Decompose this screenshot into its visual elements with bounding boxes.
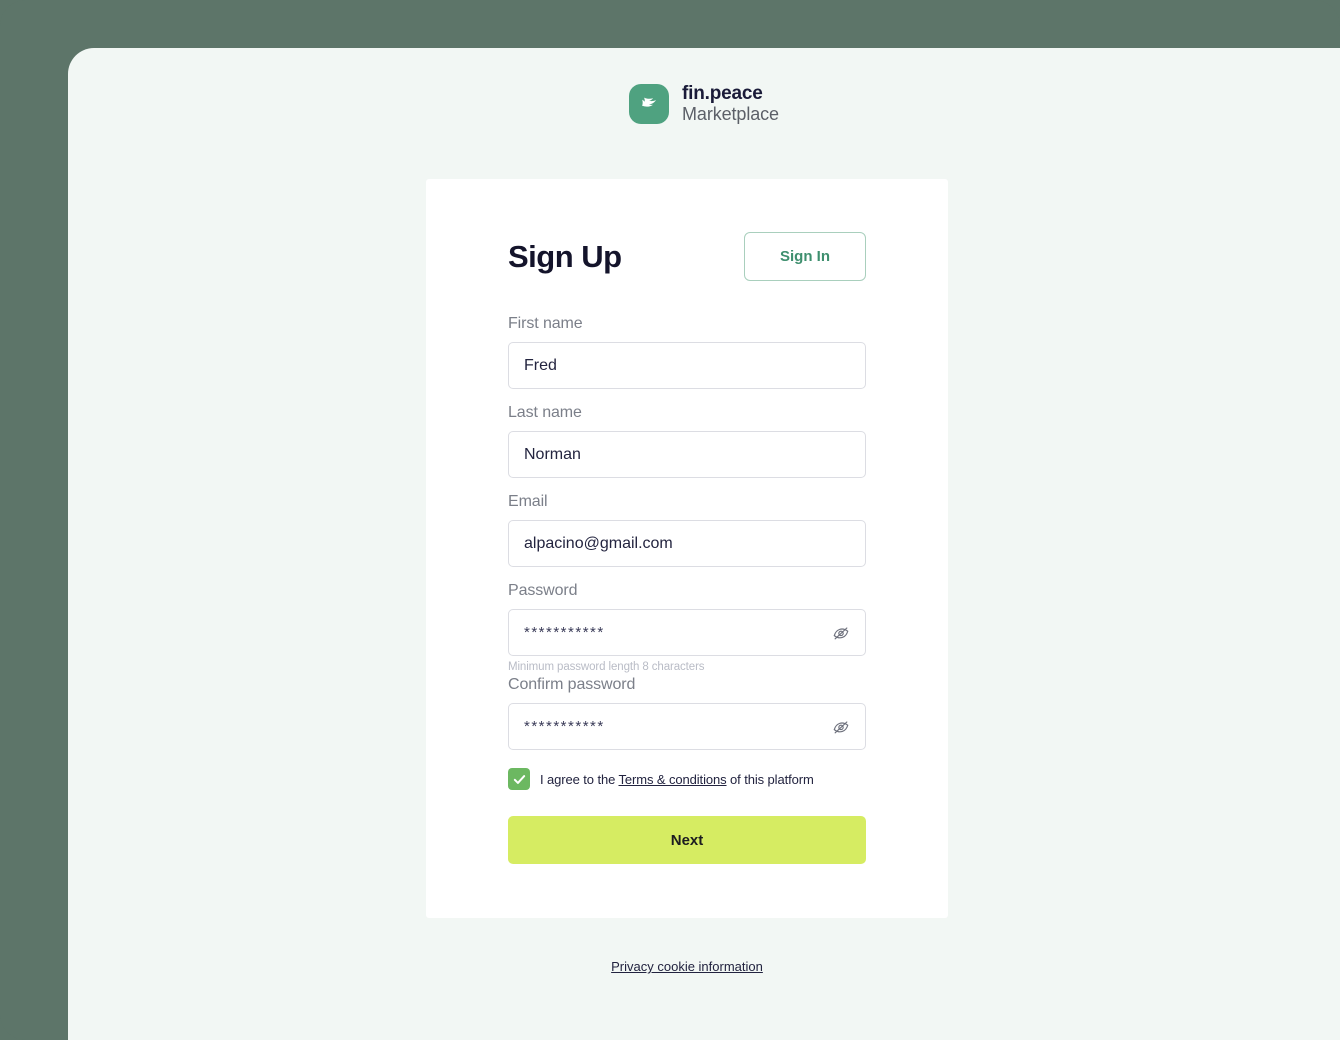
signup-card: Sign Up Sign In First name Last name Ema… xyxy=(426,179,948,918)
last-name-field-group: Last name xyxy=(508,404,866,478)
password-hint: Minimum password length 8 characters xyxy=(508,661,705,673)
password-label: Password xyxy=(508,582,578,599)
privacy-cookie-information-link[interactable]: Privacy cookie information xyxy=(611,959,763,974)
brand-name: fin.peace xyxy=(682,83,763,105)
brand-header: fin.peace Marketplace xyxy=(68,83,1340,124)
card-header: Sign Up Sign In xyxy=(508,232,866,281)
terms-checkbox[interactable] xyxy=(508,768,530,790)
email-field-group: Email xyxy=(508,493,866,567)
email-label: Email xyxy=(508,493,548,510)
next-button[interactable]: Next xyxy=(508,816,866,864)
first-name-label: First name xyxy=(508,315,583,332)
email-input[interactable] xyxy=(508,520,866,567)
terms-row: I agree to the Terms & conditions of thi… xyxy=(508,768,866,790)
password-eye-off-icon[interactable] xyxy=(828,620,854,646)
footer: Privacy cookie information xyxy=(426,958,948,976)
sign-in-button[interactable]: Sign In xyxy=(744,232,866,281)
terms-prefix: I agree to the xyxy=(540,771,619,787)
confirm-password-input[interactable] xyxy=(508,703,866,750)
confirm-password-field-group: Confirm password xyxy=(508,676,866,750)
confirm-password-label: Confirm password xyxy=(508,676,636,693)
terms-and-conditions-link[interactable]: Terms & conditions xyxy=(619,772,727,787)
terms-suffix: of this platform xyxy=(726,771,814,787)
last-name-label: Last name xyxy=(508,404,582,421)
last-name-input[interactable] xyxy=(508,431,866,478)
terms-text: I agree to the Terms & conditions of thi… xyxy=(540,772,814,787)
password-field-group: Password Minimum password length 8 chara… xyxy=(508,582,866,673)
first-name-field-group: First name xyxy=(508,315,866,389)
confirm-password-eye-off-icon[interactable] xyxy=(828,714,854,740)
page-panel: fin.peace Marketplace Sign Up Sign In Fi… xyxy=(68,48,1340,1040)
first-name-input[interactable] xyxy=(508,342,866,389)
page-title: Sign Up xyxy=(508,238,622,274)
password-input[interactable] xyxy=(508,609,866,656)
brand-subtitle: Marketplace xyxy=(682,103,779,124)
fin-peace-logo-icon xyxy=(629,84,670,124)
checkmark-icon xyxy=(513,774,525,784)
